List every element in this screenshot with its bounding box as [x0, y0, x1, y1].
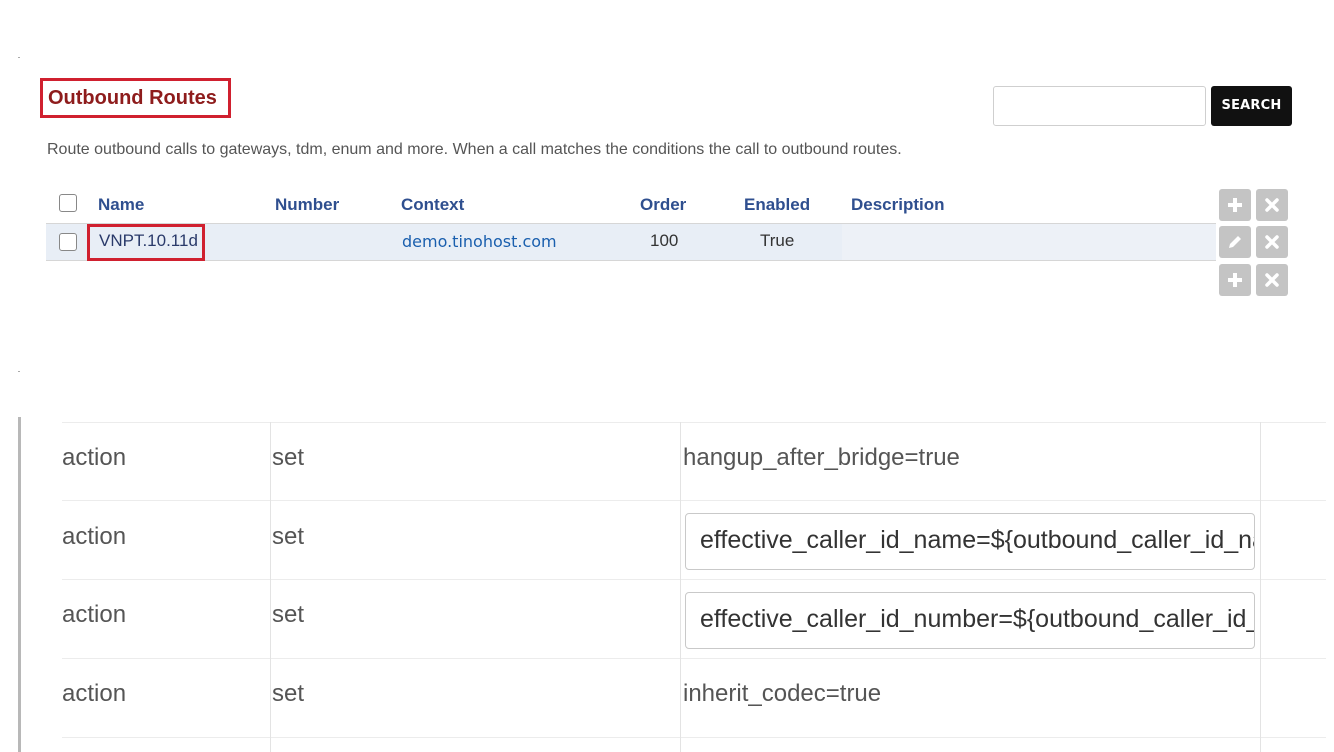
column-divider: [1260, 422, 1261, 752]
action-type: action: [62, 601, 127, 628]
table-header: Name Number Context Order Enabled Descri…: [46, 186, 1216, 224]
column-header-order[interactable]: Order: [640, 195, 686, 215]
action-type: action: [62, 444, 127, 471]
plus-icon: [1228, 273, 1242, 287]
action-application: set: [272, 523, 305, 550]
page-description: Route outbound calls to gateways, tdm, e…: [47, 141, 902, 158]
column-divider: [270, 422, 271, 752]
action-data: inherit_codec=true: [683, 680, 882, 707]
row-description-cell: [842, 224, 1216, 260]
column-header-name[interactable]: Name: [98, 195, 144, 215]
delete-row-button[interactable]: [1256, 226, 1288, 258]
add-button[interactable]: [1219, 264, 1251, 296]
column-header-enabled[interactable]: Enabled: [744, 195, 810, 215]
action-data: hangup_after_bridge=true: [683, 444, 960, 471]
column-header-context[interactable]: Context: [401, 195, 464, 215]
edit-row-button[interactable]: [1219, 226, 1251, 258]
search-button[interactable]: SEARCH: [1211, 86, 1292, 126]
x-icon: [1265, 198, 1279, 212]
row-checkbox[interactable]: [59, 233, 77, 251]
column-header-description[interactable]: Description: [851, 195, 945, 215]
search-input[interactable]: [993, 86, 1206, 126]
action-data-input[interactable]: effective_caller_id_number=${outbound_ca…: [685, 592, 1255, 649]
row-divider: [62, 500, 1326, 501]
column-divider: [680, 422, 681, 752]
action-type: action: [62, 523, 127, 550]
route-context-link[interactable]: demo.tinohost.com: [402, 232, 557, 251]
edge-tick: [18, 57, 20, 58]
action-application: set: [272, 680, 305, 707]
table-row[interactable]: VNPT.10.11d demo.tinohost.com 100 True: [46, 224, 1216, 261]
row-divider: [62, 658, 1326, 659]
route-name-link[interactable]: VNPT.10.11d: [87, 224, 205, 261]
edge-tick: [18, 371, 20, 372]
x-icon: [1265, 235, 1279, 249]
add-button[interactable]: [1219, 189, 1251, 221]
action-application: set: [272, 444, 305, 471]
delete-selected-button[interactable]: [1256, 264, 1288, 296]
action-data-input[interactable]: effective_caller_id_name=${outbound_call…: [685, 513, 1255, 570]
row-divider: [62, 422, 1326, 423]
x-icon: [1265, 273, 1279, 287]
row-divider: [62, 737, 1326, 738]
action-type: action: [62, 680, 127, 707]
column-header-number[interactable]: Number: [275, 195, 339, 215]
route-order: 100: [650, 231, 679, 250]
pencil-icon: [1229, 236, 1241, 248]
action-application: set: [272, 601, 305, 628]
route-enabled: True: [760, 231, 795, 250]
plus-icon: [1228, 198, 1242, 212]
delete-selected-button[interactable]: [1256, 189, 1288, 221]
section-divider-bar: [18, 417, 21, 752]
row-divider: [62, 579, 1326, 580]
page-title: Outbound Routes: [40, 78, 231, 118]
select-all-checkbox[interactable]: [59, 194, 77, 212]
